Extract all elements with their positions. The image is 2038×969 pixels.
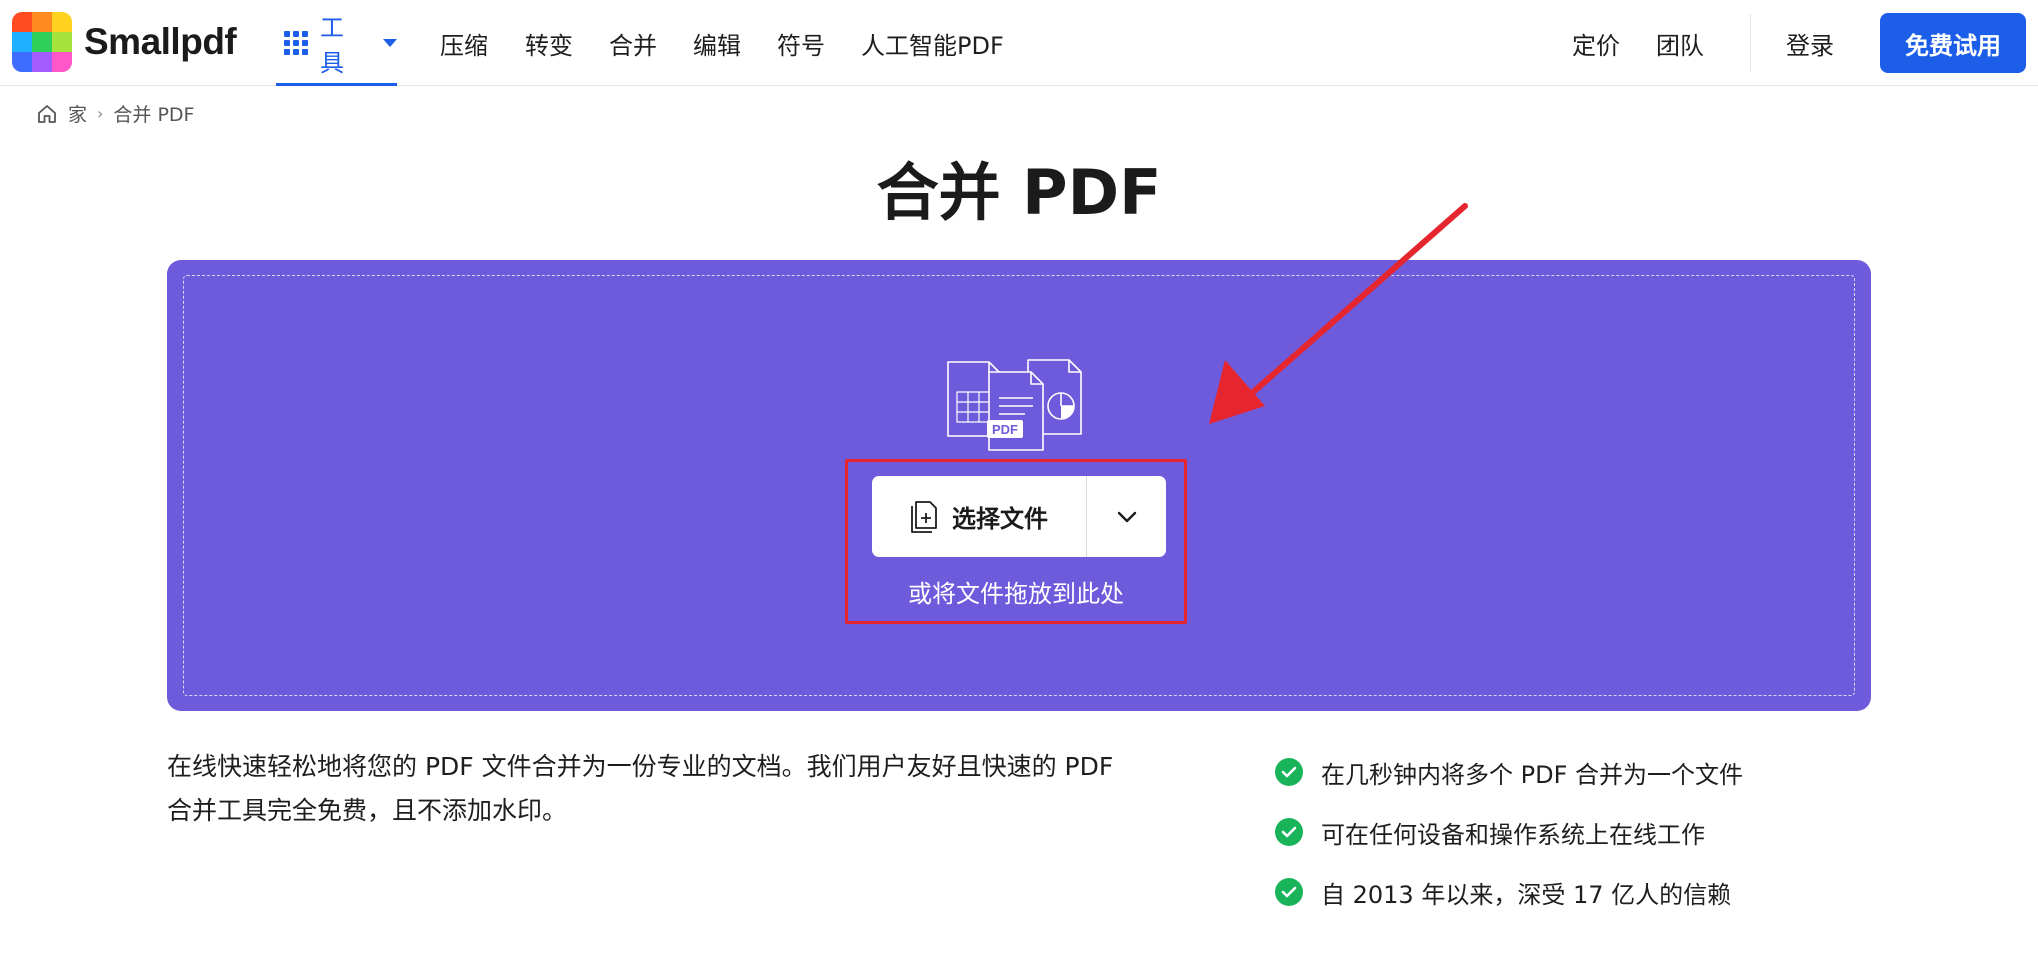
- feature-item: 在几秒钟内将多个 PDF 合并为一个文件: [1275, 742, 1743, 802]
- nav-merge[interactable]: 合并: [609, 26, 657, 61]
- nav-team[interactable]: 团队: [1656, 26, 1704, 61]
- breadcrumb-current: 合并 PDF: [113, 104, 195, 126]
- breadcrumb-separator: ›: [97, 104, 104, 123]
- logo-tile: [32, 52, 52, 72]
- logo-tile: [32, 32, 52, 52]
- tool-description: 在线快速轻松地将您的 PDF 文件合并为一份专业的文档。我们用户友好且快速的 P…: [167, 752, 1114, 825]
- feature-item: 可在任何设备和操作系统上在线工作: [1275, 802, 1743, 862]
- check-circle-icon: [1275, 758, 1303, 786]
- nav-sign[interactable]: 符号: [777, 26, 825, 61]
- header-divider: [1750, 14, 1751, 72]
- pdf-doc-icon: [987, 371, 1044, 451]
- logo-tile: [52, 12, 72, 32]
- logo-tile: [12, 12, 32, 32]
- check-circle-icon: [1275, 878, 1303, 906]
- breadcrumb-home[interactable]: 家: [68, 100, 87, 127]
- caret-down-icon: [383, 39, 397, 47]
- smallpdf-logo[interactable]: Smallpdf: [12, 12, 237, 72]
- pdf-badge-label: PDF: [992, 422, 1018, 437]
- login-link[interactable]: 登录: [1786, 26, 1834, 61]
- nav-compress[interactable]: 压缩: [440, 26, 488, 61]
- nav-convert[interactable]: 转变: [525, 26, 573, 61]
- check-circle-icon: [1275, 818, 1303, 846]
- logo-tile: [52, 32, 72, 52]
- feature-list: 在几秒钟内将多个 PDF 合并为一个文件 可在任何设备和操作系统上在线工作 自 …: [1275, 742, 1743, 922]
- annotation-highlight-box: [845, 459, 1187, 624]
- breadcrumb: 家 › 合并 PDF: [36, 100, 194, 127]
- nav-edit[interactable]: 编辑: [693, 26, 741, 61]
- logo-tile: [12, 32, 32, 52]
- apps-grid-icon: [284, 31, 308, 55]
- logo-icon: [12, 12, 72, 72]
- page-title: 合并 PDF: [876, 156, 1162, 229]
- feature-text: 可在任何设备和操作系统上在线工作: [1321, 820, 1705, 849]
- documents-illustration: PDF: [947, 359, 1082, 451]
- brand-name: Smallpdf: [84, 21, 237, 62]
- logo-tile: [32, 12, 52, 32]
- home-icon: [38, 104, 56, 123]
- nav-ai-pdf[interactable]: 人工智能PDF: [861, 26, 1004, 61]
- tools-label: 工具: [320, 14, 344, 77]
- feature-text: 自 2013 年以来，深受 17 亿人的信赖: [1321, 880, 1732, 909]
- logo-tile: [52, 52, 72, 72]
- top-navbar: Smallpdf 工具 压缩 转变 合并 编辑 符号 人工智能PDF 定价 团队…: [0, 0, 2038, 86]
- feature-text: 在几秒钟内将多个 PDF 合并为一个文件: [1321, 760, 1744, 789]
- tools-menu[interactable]: 工具: [276, 0, 397, 86]
- logo-tile: [12, 52, 32, 72]
- nav-pricing[interactable]: 定价: [1572, 26, 1620, 61]
- feature-item: 自 2013 年以来，深受 17 亿人的信赖: [1275, 862, 1743, 922]
- free-trial-button[interactable]: 免费试用: [1880, 13, 2026, 73]
